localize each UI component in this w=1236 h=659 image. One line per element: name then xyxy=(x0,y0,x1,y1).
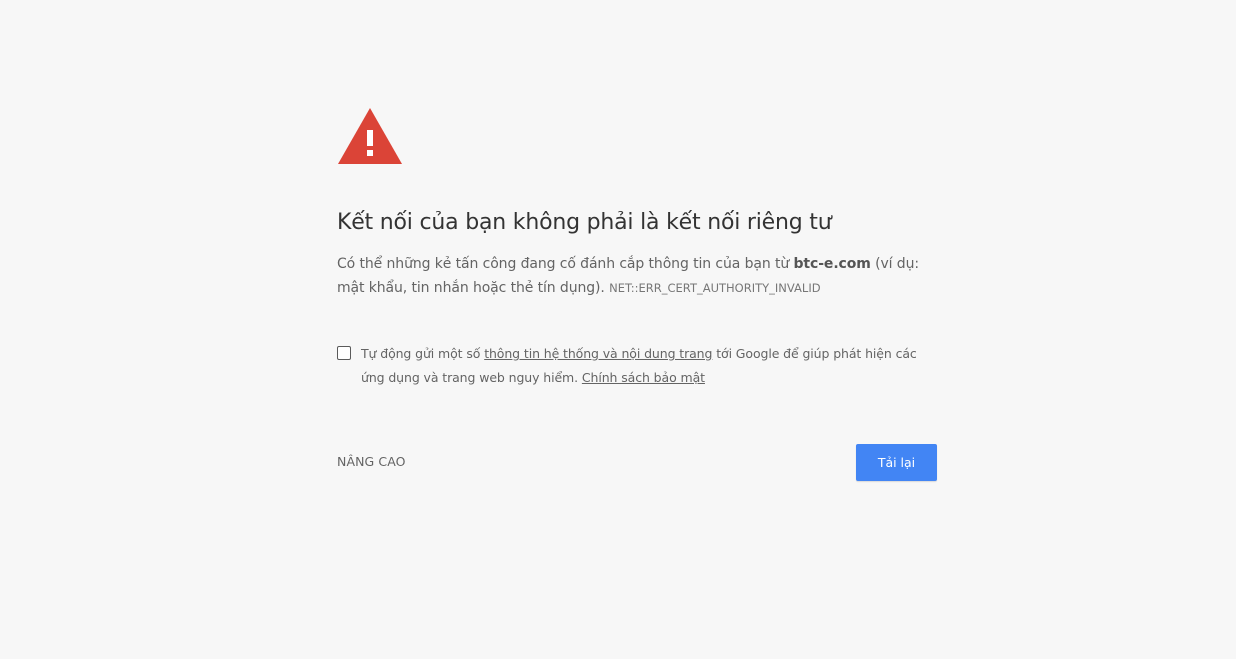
explanation-prefix: Có thể những kẻ tấn công đang cố đánh cắ… xyxy=(337,256,794,272)
page-title: Kết nối của bạn không phải là kết nối ri… xyxy=(337,210,832,235)
privacy-policy-link[interactable]: Chính sách bảo mật xyxy=(582,370,705,385)
error-code: NET::ERR_CERT_AUTHORITY_INVALID xyxy=(609,281,821,295)
interstitial-main-content: Kết nối của bạn không phải là kết nối ri… xyxy=(337,106,937,481)
action-buttons-row: NÂNG CAO Tải lại xyxy=(337,444,937,481)
advanced-button[interactable]: NÂNG CAO xyxy=(337,454,406,469)
error-explanation: Có thể những kẻ tấn công đang cố đánh cắ… xyxy=(337,252,937,300)
system-info-link[interactable]: thông tin hệ thống và nội dung trang xyxy=(484,346,712,361)
warning-triangle-icon xyxy=(338,108,402,164)
report-checkbox[interactable] xyxy=(337,346,351,360)
reload-button[interactable]: Tải lại xyxy=(856,444,937,481)
report-text-before: Tự động gửi một số xyxy=(361,346,485,361)
safe-browsing-report-option: Tự động gửi một số thông tin hệ thống và… xyxy=(337,342,937,390)
site-domain: btc-e.com xyxy=(793,256,871,272)
